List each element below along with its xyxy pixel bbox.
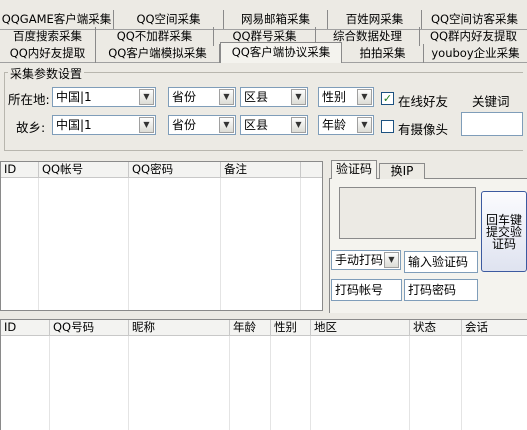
- tab-youboy[interactable]: youboy企业采集: [424, 44, 527, 63]
- chevron-down-icon: ▼: [384, 252, 399, 268]
- gender-value: 性别: [322, 90, 347, 104]
- submit-captcha-label: 回车键提交验证码: [485, 212, 522, 251]
- chevron-down-icon: ▼: [357, 117, 372, 133]
- hometown-country-select[interactable]: 中国|1 ▼: [52, 115, 156, 135]
- online-label: 在线好友: [398, 94, 449, 109]
- account-grid-header: ID QQ帐号 QQ密码 备注: [1, 162, 322, 178]
- location-province-select[interactable]: 省份 ▼: [168, 87, 236, 107]
- tab-qq-friends[interactable]: QQ内好友提取: [0, 44, 96, 63]
- location-label: 所在地:: [8, 92, 50, 107]
- location-county-value: 区县: [244, 90, 269, 104]
- age-value: 年龄: [322, 118, 347, 132]
- col-id[interactable]: ID: [1, 162, 39, 178]
- location-county-select[interactable]: 区县 ▼: [240, 87, 308, 107]
- tab-change-ip[interactable]: 换IP: [379, 163, 425, 179]
- keyword-label: 关键词: [472, 94, 510, 109]
- col-status[interactable]: 状态: [410, 320, 462, 336]
- col-id[interactable]: ID: [1, 320, 50, 336]
- col-session[interactable]: 会话: [462, 320, 527, 336]
- captcha-mode-select[interactable]: 手动打码 ▼: [331, 250, 401, 270]
- param-group-title: 采集参数设置: [8, 65, 85, 82]
- col-qq-account[interactable]: QQ帐号: [39, 162, 129, 178]
- hometown-label: 故乡:: [16, 120, 46, 135]
- tab-client-sim[interactable]: QQ客户端模拟采集: [96, 44, 220, 63]
- chevron-down-icon: ▼: [291, 117, 306, 133]
- account-grid[interactable]: ID QQ帐号 QQ密码 备注: [0, 161, 323, 311]
- age-select[interactable]: 年龄 ▼: [318, 115, 374, 135]
- col-gender[interactable]: 性别: [271, 320, 311, 336]
- location-province-value: 省份: [172, 90, 197, 104]
- col-age[interactable]: 年龄: [230, 320, 271, 336]
- camera-label: 有摄像头: [398, 122, 449, 137]
- location-country-value: 中国|1: [56, 90, 92, 104]
- gender-select[interactable]: 性别 ▼: [318, 87, 374, 107]
- submit-captcha-button[interactable]: 回车键提交验证码: [481, 191, 527, 272]
- captcha-account-input[interactable]: 打码帐号: [331, 279, 402, 301]
- col-remark[interactable]: 备注: [221, 162, 301, 178]
- chevron-down-icon: ▼: [219, 89, 234, 105]
- tab-captcha[interactable]: 验证码: [331, 160, 377, 179]
- captcha-input[interactable]: 输入验证码: [404, 251, 478, 273]
- keyword-input[interactable]: [461, 112, 523, 136]
- chevron-down-icon: ▼: [357, 89, 372, 105]
- result-grid-header: ID QQ号码 昵称 年龄 性别 地区 状态 会话: [1, 320, 527, 336]
- hometown-province-value: 省份: [172, 118, 197, 132]
- chevron-down-icon: ▼: [139, 117, 154, 133]
- captcha-password-input[interactable]: 打码密码: [404, 279, 478, 301]
- chevron-down-icon: ▼: [139, 89, 154, 105]
- hometown-province-select[interactable]: 省份 ▼: [168, 115, 236, 135]
- col-qq-number[interactable]: QQ号码: [50, 320, 129, 336]
- col-qq-password[interactable]: QQ密码: [129, 162, 221, 178]
- captcha-mode-value: 手动打码: [335, 253, 384, 267]
- chevron-down-icon: ▼: [219, 117, 234, 133]
- hometown-county-select[interactable]: 区县 ▼: [240, 115, 308, 135]
- camera-checkbox[interactable]: [381, 120, 394, 133]
- tab-paipai[interactable]: 拍拍采集: [342, 44, 424, 63]
- result-grid[interactable]: ID QQ号码 昵称 年龄 性别 地区 状态 会话: [0, 319, 527, 430]
- hometown-country-value: 中国|1: [56, 118, 92, 132]
- online-checkbox[interactable]: ✓: [381, 92, 394, 105]
- chevron-down-icon: ▼: [291, 89, 306, 105]
- location-country-select[interactable]: 中国|1 ▼: [52, 87, 156, 107]
- hometown-county-value: 区县: [244, 118, 269, 132]
- captcha-image: [339, 187, 476, 239]
- tab-client-protocol[interactable]: QQ客户端协议采集: [220, 42, 342, 63]
- col-region[interactable]: 地区: [311, 320, 410, 336]
- col-nickname[interactable]: 昵称: [129, 320, 230, 336]
